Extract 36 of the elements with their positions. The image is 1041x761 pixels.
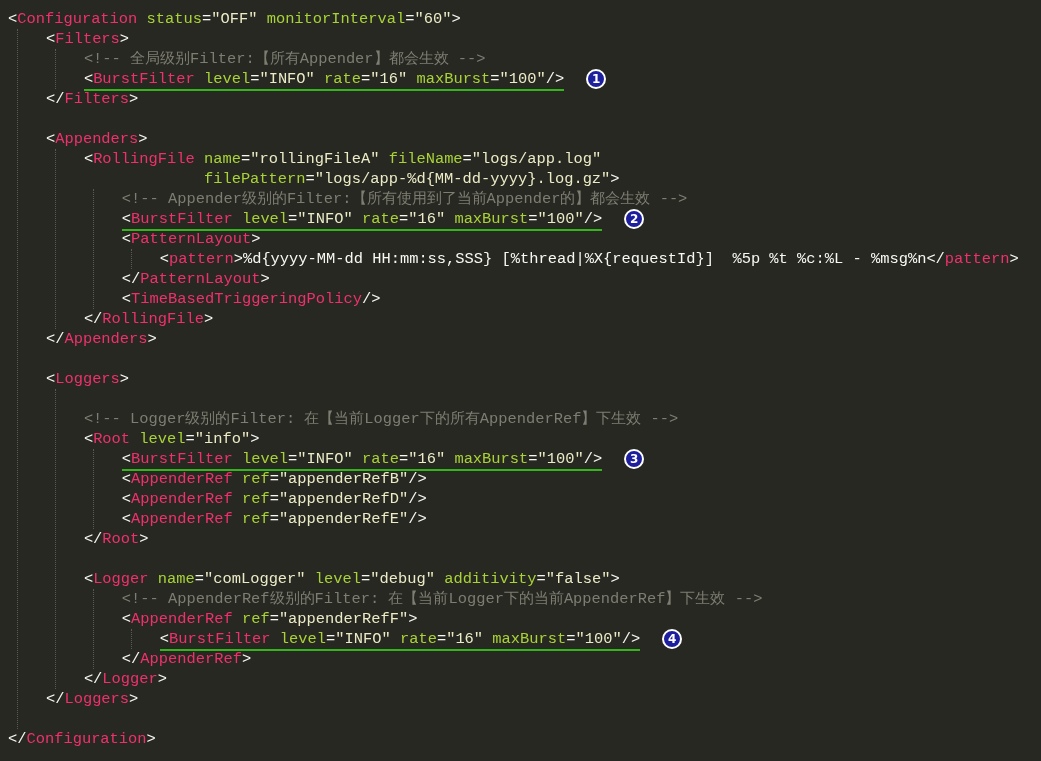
code-line: </Root> <box>83 529 149 549</box>
code-line: </RollingFile> <box>83 309 214 329</box>
code-line: </AppenderRef> <box>121 649 252 669</box>
code-line: <pattern>%d{yyyy-MM-dd HH:mm:ss,SSS} [%thread|%X{requestId}] %5p %t %c:%L - %msg%n</pattern> <box>159 249 1019 269</box>
code-line: <AppenderRef ref="appenderRefE"/> <box>121 509 427 529</box>
code-line: <TimeBasedTriggeringPolicy/> <box>121 289 381 309</box>
code-line: <AppenderRef ref="appenderRefF"> <box>121 609 418 629</box>
code-line: <Logger name="comLogger" level="debug" additivity="false"> <box>83 569 620 589</box>
marker-badge: 3 <box>624 449 645 469</box>
code-line: <Filters> <box>45 29 130 49</box>
marker-badge: 2 <box>624 209 645 229</box>
code-line: <AppenderRef ref="appenderRefB"/> <box>121 469 427 489</box>
code-line: </Configuration> <box>8 729 156 749</box>
code-line: <RollingFile name="rollingFileA" fileName="logs/app.log" <box>83 149 602 169</box>
code-line: <Appenders> <box>45 129 148 149</box>
code-line: <BurstFilter level="INFO" rate="16" maxBurst="100"/> <box>121 209 603 229</box>
code-comment: <!-- Logger级别的Filter: 在【当前Logger下的所有AppenderRef】下生效 --> <box>83 409 679 429</box>
code-line: </PatternLayout> <box>121 269 270 289</box>
code-line: <BurstFilter level="INFO" rate="16" maxBurst="100"/> <box>159 629 641 649</box>
code-comment: <!-- 全局级别Filter:【所有Appender】都会生效 --> <box>83 49 486 69</box>
code-line: </Appenders> <box>45 329 157 349</box>
code-line: <PatternLayout> <box>121 229 261 249</box>
code-line: </Loggers> <box>45 689 139 709</box>
code-line: </Filters> <box>45 89 139 109</box>
code-line: filePattern="logs/app-%d{MM-dd-yyyy}.log.gz"> <box>203 169 620 189</box>
marker-badge: 1 <box>586 69 607 89</box>
code-line: <Root level="info"> <box>83 429 260 449</box>
code-line: <BurstFilter level="INFO" rate="16" maxBurst="100"/> <box>83 69 565 89</box>
code-comment: <!-- AppenderRef级别的Filter: 在【当前Logger下的当前AppenderRef】下生效 --> <box>121 589 763 609</box>
code-comment: <!-- Appender级别的Filter:【所有使用到了当前Appender的】都会生效 --> <box>121 189 688 209</box>
code-line: <Loggers> <box>45 369 130 389</box>
code-line: <AppenderRef ref="appenderRefD"/> <box>121 489 427 509</box>
marker-badge: 4 <box>662 629 683 649</box>
code-line: </Logger> <box>83 669 168 689</box>
code-line: <BurstFilter level="INFO" rate="16" maxBurst="100"/> <box>121 449 603 469</box>
code-line: <Configuration status="OFF" monitorInterval="60"> <box>8 9 461 29</box>
